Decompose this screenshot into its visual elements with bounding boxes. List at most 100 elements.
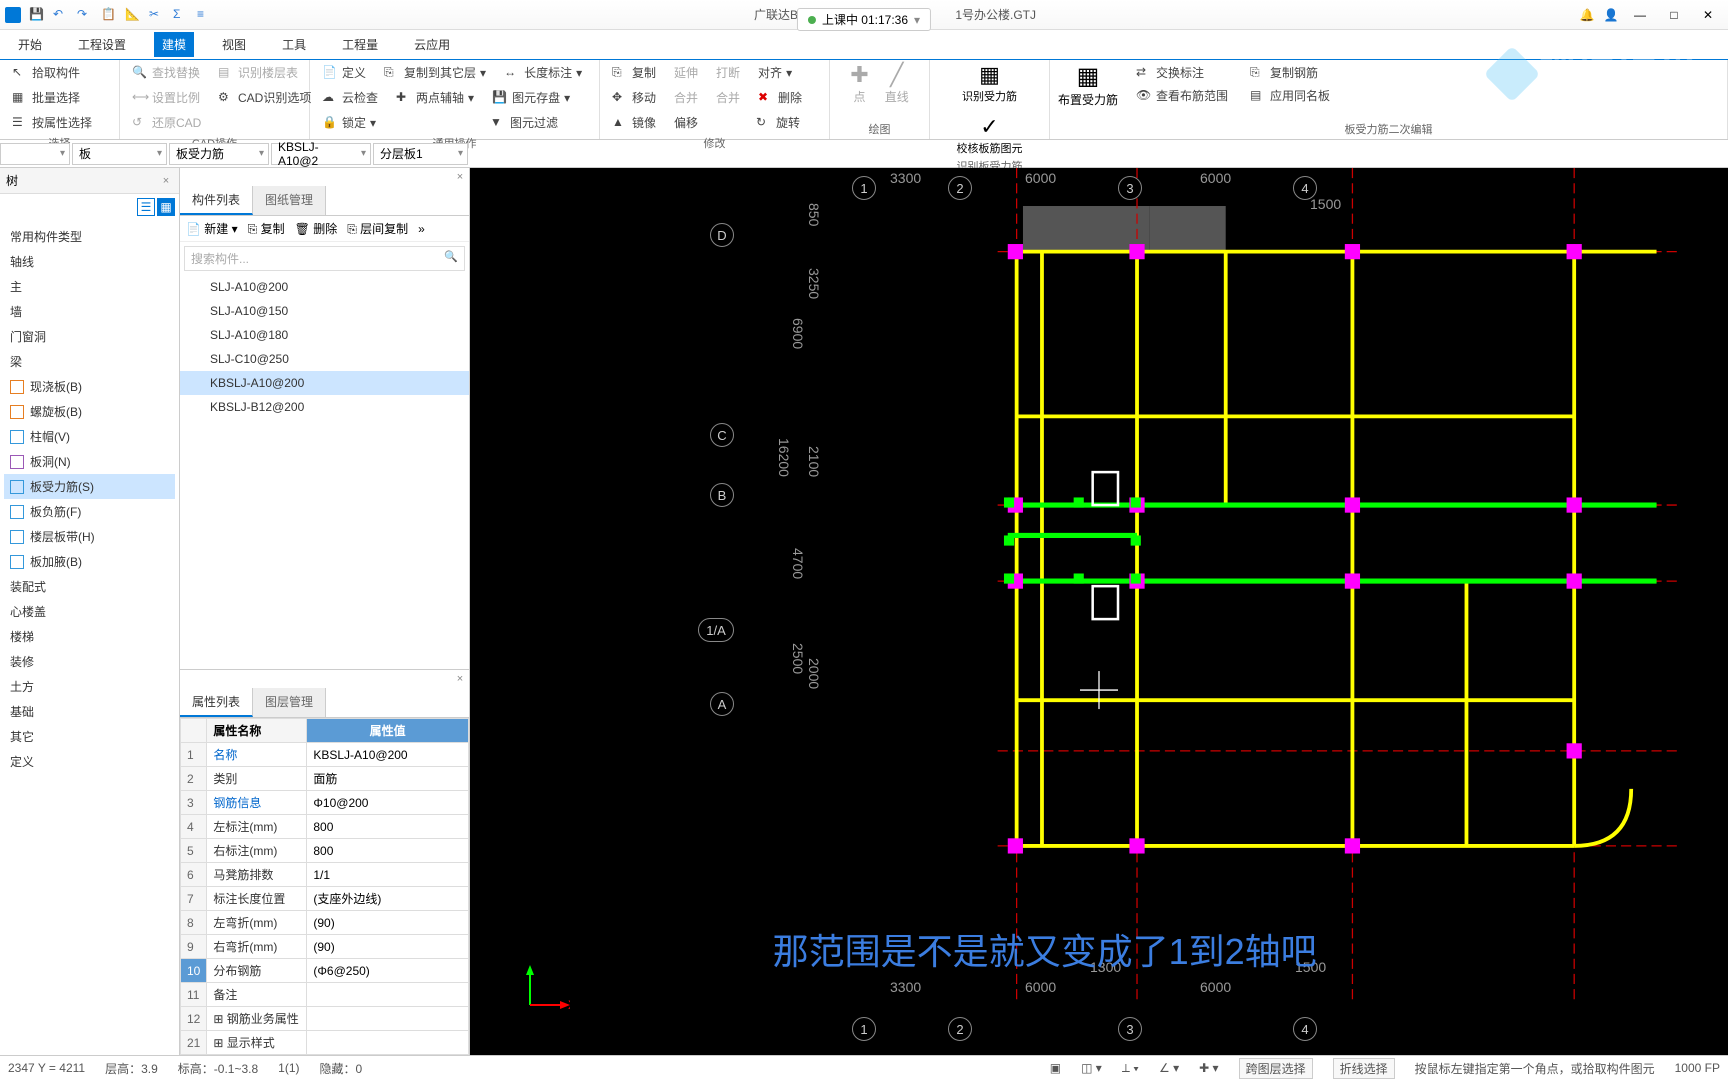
tree-common-types[interactable]: 常用构件类型 <box>4 224 175 249</box>
user-icon[interactable]: 👤 <box>1601 8 1621 22</box>
selector-type[interactable]: 板受力筋 <box>169 143 269 165</box>
tree-item[interactable]: 螺旋板(B) <box>4 399 175 424</box>
line-button[interactable]: ╱直线 <box>885 62 909 105</box>
component-item[interactable]: KBSLJ-B12@200 <box>180 395 469 419</box>
component-item[interactable]: SLJ-A10@180 <box>180 323 469 347</box>
copy-button[interactable]: ⎘复制 <box>608 62 660 83</box>
tab-layer-mgmt[interactable]: 图层管理 <box>253 688 326 717</box>
selector-layer[interactable]: 分层板1 <box>373 143 468 165</box>
delete-button[interactable]: ✖删除 <box>754 87 806 108</box>
copy-comp-button[interactable]: ⎘ 复制 <box>248 220 285 237</box>
tree-base[interactable]: 基础 <box>4 699 175 724</box>
tree-item[interactable]: 柱帽(V) <box>4 424 175 449</box>
property-row[interactable]: 9右弯折(mm)(90) <box>181 935 469 959</box>
menu-qty[interactable]: 工程量 <box>334 32 386 57</box>
delete-comp-button[interactable]: 🗑 删除 <box>295 220 338 237</box>
redo-icon[interactable]: ↷ <box>77 7 93 23</box>
element-filter-button[interactable]: ▼图元过滤 <box>486 112 562 133</box>
more-icon[interactable]: » <box>418 222 425 236</box>
component-item[interactable]: SLJ-A10@150 <box>180 299 469 323</box>
sb-icon[interactable]: ✚ ▾ <box>1199 1061 1218 1075</box>
tree-axis[interactable]: 轴线 <box>4 249 175 274</box>
property-row[interactable]: 21⊞ 显示样式 <box>181 1031 469 1055</box>
floor-copy-button[interactable]: ⎘ 层间复制 <box>347 220 408 237</box>
check-rebar-button[interactable]: ✓校核板筋图元 <box>957 114 1023 156</box>
drawing-canvas[interactable]: 1 2 3 4 1 2 3 4 D C B 1/A A 3300 6000 60… <box>470 168 1728 1055</box>
tree-item[interactable]: 现浇板(B) <box>4 374 175 399</box>
prop-select-button[interactable]: ☰按属性选择 <box>8 112 96 133</box>
sb-icon[interactable]: ∠ ▾ <box>1159 1061 1179 1075</box>
qat-icon[interactable]: 📋 <box>101 7 117 23</box>
selector-category[interactable]: 板 <box>72 143 167 165</box>
length-dim-button[interactable]: ↔长度标注 ▾ <box>500 62 586 83</box>
offset-button[interactable]: 偏移 <box>670 112 702 133</box>
view-range-button[interactable]: 👁查看布筋范围 <box>1132 85 1232 106</box>
recognize-rebar-button[interactable]: ▦识别受力筋 <box>962 62 1017 104</box>
menu-cloud[interactable]: 云应用 <box>406 32 458 57</box>
qat-icon3[interactable]: ✂ <box>149 7 165 23</box>
tree-wall[interactable]: 主 <box>4 274 175 299</box>
property-row[interactable]: 10分布钢筋(Φ6@250) <box>181 959 469 983</box>
menu-model[interactable]: 建模 <box>154 32 194 57</box>
qat-more[interactable]: ≡ <box>197 7 213 23</box>
tree-item[interactable]: 板加腋(B) <box>4 549 175 574</box>
property-row[interactable]: 12⊞ 钢筋业务属性 <box>181 1007 469 1031</box>
property-row[interactable]: 4左标注(mm)800 <box>181 815 469 839</box>
property-row[interactable]: 8左弯折(mm)(90) <box>181 911 469 935</box>
min-icon[interactable]: — <box>1625 8 1655 22</box>
tree-custom[interactable]: 定义 <box>4 749 175 774</box>
sb-icon[interactable]: ▣ <box>1050 1061 1061 1075</box>
copy-floor-button[interactable]: ⎘复制到其它层 ▾ <box>380 62 490 83</box>
tree-prefab[interactable]: 装配式 <box>4 574 175 599</box>
qat-icon4[interactable]: Σ <box>173 7 189 23</box>
property-row[interactable]: 2类别面筋 <box>181 767 469 791</box>
chevron-down-icon[interactable]: ▾ <box>914 13 920 27</box>
menu-settings[interactable]: 工程设置 <box>70 32 134 57</box>
tree-item[interactable]: 板负筋(F) <box>4 499 175 524</box>
tree-view-icon[interactable]: ☰ <box>137 198 155 216</box>
selector-1[interactable] <box>0 143 70 165</box>
tree-wall2[interactable]: 墙 <box>4 299 175 324</box>
align-button[interactable]: 对齐 ▾ <box>754 62 796 83</box>
layout-rebar-button[interactable]: ▦布置受力筋 <box>1058 62 1118 108</box>
undo-icon[interactable]: ↶ <box>53 7 69 23</box>
rotate-button[interactable]: ↻旋转 <box>752 112 804 133</box>
define-button[interactable]: 📄定义 <box>318 62 370 83</box>
component-item[interactable]: SLJ-C10@250 <box>180 347 469 371</box>
search-components-input[interactable]: 搜索构件... <box>184 246 465 271</box>
cad-options-button[interactable]: ⚙CAD识别选项 <box>214 87 315 108</box>
new-button[interactable]: 📄 新建 ▾ <box>186 220 238 237</box>
same-template-button[interactable]: ▤应用同名板 <box>1246 85 1334 106</box>
pick-element-button[interactable]: ↖拾取构件 <box>8 62 84 83</box>
menu-tools[interactable]: 工具 <box>274 32 314 57</box>
tree-item[interactable]: 板洞(N) <box>4 449 175 474</box>
qat-icon2[interactable]: 📐 <box>125 7 141 23</box>
selector-component[interactable]: KBSLJ-A10@2 <box>271 143 371 165</box>
property-row[interactable]: 3钢筋信息Φ10@200 <box>181 791 469 815</box>
max-icon[interactable]: □ <box>1659 8 1689 22</box>
mirror-button[interactable]: ▲镜像 <box>608 112 660 133</box>
tab-component-list[interactable]: 构件列表 <box>180 186 253 215</box>
component-item[interactable]: KBSLJ-A10@200 <box>180 371 469 395</box>
component-item[interactable]: SLJ-A10@200 <box>180 275 469 299</box>
close-icon[interactable]: ✕ <box>1693 8 1723 22</box>
sb-icon[interactable]: ⟂ ▾ <box>1122 1061 1139 1076</box>
swap-annotation-button[interactable]: ⇄交换标注 <box>1132 62 1232 83</box>
tree-door[interactable]: 门窗洞 <box>4 324 175 349</box>
property-row[interactable]: 11备注 <box>181 983 469 1007</box>
tree-beam[interactable]: 梁 <box>4 349 175 374</box>
poly-select-button[interactable]: 折线选择 <box>1333 1058 1395 1079</box>
menu-view[interactable]: 视图 <box>214 32 254 57</box>
notif-icon[interactable]: 🔔 <box>1577 8 1597 22</box>
move-button[interactable]: ✥移动 <box>608 87 660 108</box>
tree-core[interactable]: 心楼盖 <box>4 599 175 624</box>
tree-other[interactable]: 其它 <box>4 724 175 749</box>
lock-button[interactable]: 🔒锁定 ▾ <box>318 112 380 133</box>
property-row[interactable]: 6马凳筋排数1/1 <box>181 863 469 887</box>
property-row[interactable]: 1名称KBSLJ-A10@200 <box>181 743 469 767</box>
close-prop-icon[interactable]: × <box>453 672 467 686</box>
two-point-aux-button[interactable]: ✚两点辅轴 ▾ <box>392 87 478 108</box>
tree-item[interactable]: 板受力筋(S) <box>4 474 175 499</box>
point-button[interactable]: ✚点 <box>850 62 868 105</box>
property-row[interactable]: 7标注长度位置(支座外边线) <box>181 887 469 911</box>
